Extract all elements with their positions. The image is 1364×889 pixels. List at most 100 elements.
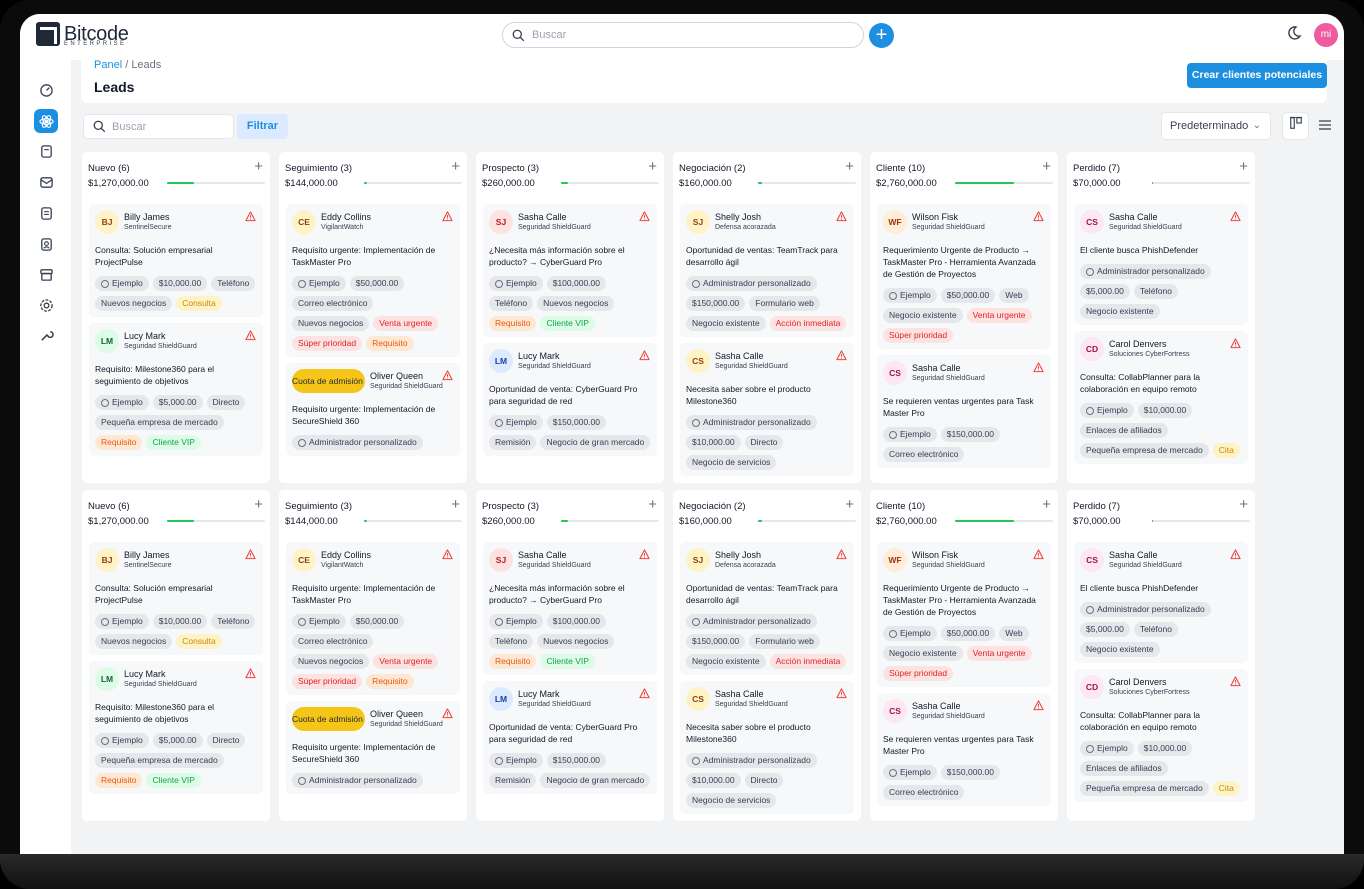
dark-mode-toggle[interactable] [1284, 25, 1304, 45]
lead-card[interactable]: SJ Sasha Calle Seguridad ShieldGuard ¿Neces… [483, 542, 657, 675]
lead-tag: Pequeña empresa de mercado [95, 753, 224, 768]
lead-tag-label: Nuevos negocios [543, 636, 609, 646]
lead-card[interactable]: SJ Sasha Calle Seguridad ShieldGuard ¿Neces… [483, 204, 657, 337]
sidebar-item-mail[interactable] [34, 170, 58, 194]
lead-card-header: CS Sasha Calle Seguridad ShieldGuard [686, 349, 848, 375]
sidebar-item-contacts[interactable] [34, 232, 58, 256]
add-lead-button[interactable]: + [648, 158, 657, 175]
lead-card[interactable]: LM Lucy Mark Seguridad ShieldGuard Requisit… [89, 323, 263, 456]
add-lead-button[interactable]: + [254, 158, 263, 175]
lead-card[interactable]: LM Lucy Mark Seguridad ShieldGuard Requisit… [89, 661, 263, 794]
column-progress-fill [561, 520, 568, 522]
sidebar-item-leads[interactable] [34, 109, 58, 133]
lead-card[interactable]: LM Lucy Mark Seguridad ShieldGuard Oportuni… [483, 343, 657, 456]
lead-card-header: CD Carol Denvers Soluciones CyberFortress [1080, 337, 1242, 363]
leads-search-input[interactable]: Buscar [83, 114, 234, 139]
kanban-view-button[interactable] [1282, 112, 1309, 140]
lead-tags: Ejemplo $10,000.00 Teléfono Nuevos negocios… [95, 276, 257, 311]
lead-tag-label: Enlaces de afiliados [1086, 763, 1162, 773]
lead-tag: Ejemplo [292, 614, 346, 629]
lead-card[interactable]: SJ Shelly Josh Defensa acorazada Oportunida… [680, 204, 854, 337]
sort-select[interactable]: Predeterminado ⌄ [1161, 112, 1271, 140]
sidebar-item-archive[interactable] [34, 262, 58, 286]
lead-card[interactable]: CE Eddy Collins VigilantWatch Requisito urg… [286, 204, 460, 357]
brand-logo[interactable]: Bitcode ENTERPRISE [36, 22, 129, 47]
lead-tag: Ejemplo [95, 614, 149, 629]
sidebar-item-notes[interactable] [34, 139, 58, 163]
quick-add-button[interactable]: + [869, 23, 894, 48]
lead-title: Consulta: CollabPlanner para la colabora… [1080, 372, 1201, 394]
lead-card[interactable]: Cuota de admisión Oliver Queen Seguridad S… [286, 701, 460, 794]
lead-tag: Enlaces de afiliados [1080, 423, 1168, 438]
lead-card[interactable]: WF Wilson Fisk Seguridad ShieldGuard Requer… [877, 204, 1051, 349]
lead-card[interactable]: CS Sasha Calle Seguridad ShieldGuard El cli… [1074, 204, 1248, 325]
lead-tag-label: $150,000.00 [946, 767, 994, 777]
lead-tag: Correo electrónico [292, 296, 374, 311]
warning-icon [245, 549, 256, 560]
lead-tag: Negocio de servicios [686, 455, 777, 470]
lead-tag: Correo electrónico [883, 785, 965, 800]
global-search-input[interactable]: Buscar [502, 22, 864, 48]
lead-tag-label: $150,000.00 [946, 429, 994, 439]
add-lead-button[interactable]: + [648, 496, 657, 513]
lead-card[interactable]: CS Sasha Calle Seguridad ShieldGuard Se req… [877, 355, 1051, 468]
list-view-button[interactable] [1317, 114, 1333, 138]
create-leads-button[interactable]: Crear clientes potenciales [1187, 63, 1327, 88]
lead-card[interactable]: CS Sasha Calle Seguridad ShieldGuard Necesi… [680, 343, 854, 476]
add-lead-button[interactable]: + [451, 496, 460, 513]
lead-card[interactable]: BJ Billy James SentinelSecure Consulta: Sol… [89, 204, 263, 317]
user-icon [889, 768, 897, 777]
lead-name: Eddy Collins [321, 212, 372, 222]
lead-title: Oportunidad de venta: CyberGuard Pro par… [489, 384, 638, 406]
warning-icon [1230, 338, 1241, 349]
lead-card[interactable]: CD Carol Denvers Soluciones CyberFortress C… [1074, 331, 1248, 464]
filter-button[interactable]: Filtrar [237, 114, 288, 139]
add-lead-button[interactable]: + [845, 496, 854, 513]
lead-card[interactable]: BJ Billy James SentinelSecure Consulta: Sol… [89, 542, 263, 655]
lead-tag-label: Cita [1218, 445, 1234, 455]
add-lead-button[interactable]: + [1239, 496, 1248, 513]
lead-card[interactable]: CD Carol Denvers Soluciones CyberFortress C… [1074, 669, 1248, 802]
add-lead-button[interactable]: + [451, 158, 460, 175]
add-lead-button[interactable]: + [1042, 496, 1051, 513]
add-lead-button[interactable]: + [845, 158, 854, 175]
user-icon [692, 418, 700, 427]
lead-card[interactable]: CE Eddy Collins VigilantWatch Requisito urg… [286, 542, 460, 695]
lead-card[interactable]: CS Sasha Calle Seguridad ShieldGuard El cli… [1074, 542, 1248, 663]
add-lead-button[interactable]: + [1042, 158, 1051, 175]
column-cards: WF Wilson Fisk Seguridad ShieldGuard Requer… [877, 204, 1051, 474]
lead-tag-label: $50,000.00 [355, 616, 399, 626]
column-progress-fill [561, 182, 568, 184]
add-lead-button[interactable]: + [254, 496, 263, 513]
sidebar-item-tasks[interactable] [34, 201, 58, 225]
lead-card[interactable]: LM Lucy Mark Seguridad ShieldGuard Oportuni… [483, 681, 657, 794]
lead-title: Requisito: Milestone360 para el seguimie… [95, 364, 215, 386]
lead-card[interactable]: SJ Shelly Josh Defensa acorazada Oportunida… [680, 542, 854, 675]
breadcrumb-root[interactable]: Panel [94, 59, 122, 71]
lead-card[interactable]: CS Sasha Calle Seguridad ShieldGuard Necesi… [680, 681, 854, 814]
kanban-column: Negociación (2) + $160,000.00 SJ Shelly Josh… [673, 152, 861, 483]
lead-card-header: LM Lucy Mark Seguridad ShieldGuard [489, 349, 651, 375]
lead-card[interactable]: Cuota de admisión Oliver Queen Seguridad S… [286, 363, 460, 456]
sidebar-item-settings[interactable] [34, 293, 58, 317]
lead-tag: Teléfono [1133, 622, 1178, 637]
lead-tag-label: Consulta [182, 298, 216, 308]
user-avatar[interactable]: mi [1314, 23, 1338, 47]
column-cards: BJ Billy James SentinelSecure Consulta: Sol… [89, 204, 263, 462]
lead-avatar: LM [489, 349, 513, 373]
sidebar-item-dashboard[interactable] [34, 77, 58, 101]
column-amount: $144,000.00 [285, 178, 338, 189]
lead-tag: Acción inmediata [769, 654, 847, 669]
lead-tag-label: Web [1005, 628, 1023, 638]
lead-tag: Administrador personalizado [292, 773, 423, 788]
lead-card[interactable]: WF Wilson Fisk Seguridad ShieldGuard Requer… [877, 542, 1051, 687]
lead-tag-label: Venta urgente [972, 648, 1026, 658]
lead-card[interactable]: CS Sasha Calle Seguridad ShieldGuard Se req… [877, 693, 1051, 806]
dashboard-icon [39, 83, 53, 97]
lead-tag: Web [999, 288, 1029, 303]
lead-tags: Ejemplo $5,000.00 Directo Pequeña empresa d… [95, 395, 257, 450]
add-lead-button[interactable]: + [1239, 158, 1248, 175]
sidebar-item-tools[interactable] [34, 323, 58, 347]
lead-tag: Ejemplo [489, 753, 543, 768]
lead-tag: $100,000.00 [546, 276, 606, 291]
